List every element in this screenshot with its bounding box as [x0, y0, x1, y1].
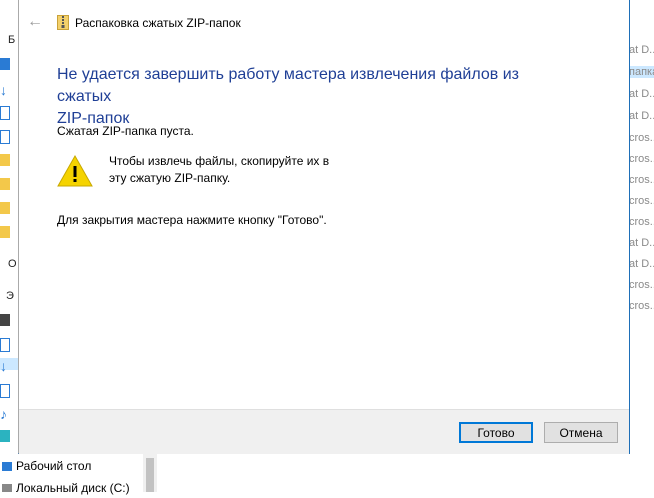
document-icon — [0, 384, 10, 398]
list-item[interactable]: at D... — [629, 88, 654, 100]
nav-scrollbar[interactable] — [143, 454, 157, 492]
folder-icon — [0, 226, 10, 238]
wizard-heading: Не удается завершить работу мастера извл… — [57, 64, 577, 130]
list-item[interactable]: cros... — [629, 300, 654, 312]
list-item[interactable]: cros... — [629, 216, 654, 228]
nav-item-label: Локальный диск (C:) — [16, 481, 130, 495]
back-arrow-icon[interactable]: ← — [27, 14, 43, 30]
done-button[interactable]: Готово — [459, 422, 533, 443]
explorer-nav-strip: Б ↓ О Э ↓ ♪ — [0, 0, 18, 492]
3d-objects-icon — [0, 430, 10, 442]
dialog-title: Распаковка сжатых ZIP-папок — [75, 16, 241, 30]
extract-wizard-dialog: ← Распаковка сжатых ZIP-папок Не удается… — [18, 0, 630, 454]
scrollbar-thumb[interactable] — [146, 458, 154, 492]
music-icon: ♪ — [0, 406, 7, 422]
warning-icon — [57, 155, 93, 187]
list-item[interactable]: at D... — [629, 237, 654, 249]
explorer-fragment: О — [8, 258, 17, 270]
list-item[interactable]: at D... — [629, 110, 654, 122]
desktop-icon — [2, 461, 12, 471]
list-item[interactable]: cros... — [629, 195, 654, 207]
document-icon — [0, 338, 10, 352]
document-icon — [0, 106, 10, 120]
folder-icon — [0, 154, 10, 166]
nav-item-local-disk[interactable]: Локальный диск (C:) — [0, 478, 130, 498]
video-icon — [0, 314, 10, 326]
explorer-file-list: at D... папка at D... at D... cros... cr… — [629, 0, 654, 492]
folder-icon — [0, 178, 10, 190]
list-item[interactable]: cros... — [629, 279, 654, 291]
nav-item-label: Рабочий стол — [16, 459, 92, 473]
disk-icon — [2, 484, 12, 492]
document-icon — [0, 130, 10, 144]
dialog-footer: Готово Отмена — [19, 409, 629, 454]
folder-icon — [0, 202, 10, 214]
warning-message: Чтобы извлечь файлы, скопируйте их в эту… — [109, 153, 369, 187]
explorer-fragment: Э — [6, 290, 14, 302]
warning-line: Чтобы извлечь файлы, скопируйте их в — [109, 154, 330, 168]
close-hint: Для закрытия мастера нажмите кнопку "Гот… — [57, 213, 327, 227]
warning-line: эту сжатую ZIP-папку. — [109, 171, 231, 185]
cancel-button[interactable]: Отмена — [544, 422, 618, 443]
download-icon: ↓ — [0, 82, 7, 98]
nav-item-desktop[interactable]: Рабочий стол — [0, 456, 91, 476]
list-item[interactable]: cros... — [629, 174, 654, 186]
list-item[interactable]: папка — [629, 66, 654, 78]
zip-folder-icon — [57, 15, 69, 30]
empty-folder-message: Сжатая ZIP-папка пуста. — [57, 124, 194, 138]
list-item[interactable]: cros... — [629, 132, 654, 144]
heading-line: Не удается завершить работу мастера извл… — [57, 66, 519, 105]
list-item[interactable]: at D... — [629, 258, 654, 270]
explorer-nav-bottom: Рабочий стол Локальный диск (C:) — [0, 454, 654, 495]
download-icon: ↓ — [0, 358, 18, 374]
pc-icon — [0, 58, 10, 70]
list-item[interactable]: at D... — [629, 44, 654, 56]
explorer-fragment: Б — [8, 34, 16, 46]
list-item[interactable]: cros... — [629, 153, 654, 165]
dialog-titlebar: ← Распаковка сжатых ZIP-папок — [19, 0, 629, 44]
